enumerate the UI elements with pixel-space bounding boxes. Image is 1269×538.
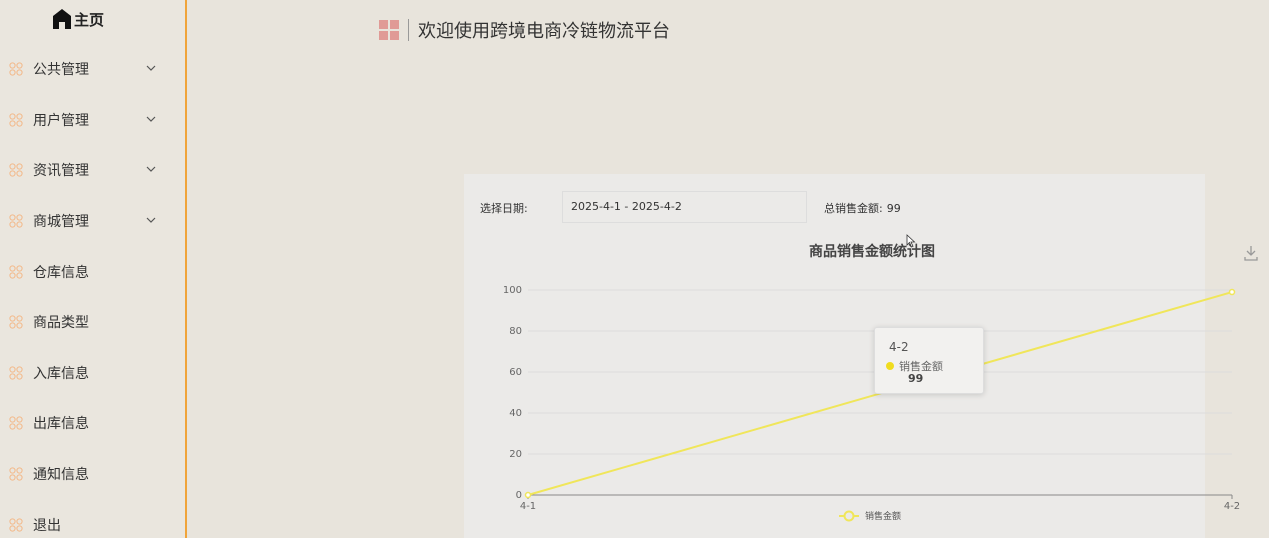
sidebar-item-label: 出库信息 [33, 416, 89, 433]
grid-icon [9, 467, 23, 481]
header-divider [408, 19, 409, 41]
sidebar-item[interactable]: 用户管理 [0, 95, 185, 146]
sidebar-item[interactable]: 退出 [0, 499, 185, 538]
x-tick-label: 4-2 [1224, 501, 1240, 512]
sidebar-item-label: 通知信息 [33, 467, 89, 484]
sales-panel: 选择日期: 2025-4-1 - 2025-4-2 总销售金额: 99 [464, 174, 1205, 538]
sidebar-item-label: 公共管理 [33, 62, 89, 79]
page-title: 欢迎使用跨境电商冷链物流平台 [418, 21, 670, 42]
chevron-down-icon [146, 167, 156, 173]
sidebar-item[interactable]: 资讯管理 [0, 145, 185, 196]
home-label: 主页 [74, 10, 105, 29]
mouse-cursor-icon [906, 234, 916, 248]
home-link[interactable]: 主页 [52, 6, 104, 32]
sidebar-item-label: 入库信息 [33, 365, 89, 382]
sidebar-item[interactable]: 商城管理 [0, 196, 185, 247]
grid-icon [9, 315, 23, 329]
grid-icon [9, 113, 23, 127]
grid-icon [9, 214, 23, 228]
tooltip-series-dot [886, 362, 894, 370]
grid-icon [9, 163, 23, 178]
grid-icon [9, 518, 23, 532]
sidebar-menu: 公共管理用户管理资讯管理商城管理仓库信息商品类型入库信息出库信息通知信息退出 [0, 44, 185, 538]
sidebar-item[interactable]: 通知信息 [0, 449, 185, 500]
page-header: 欢迎使用跨境电商冷链物流平台 [379, 17, 670, 43]
sidebar-item-label: 退出 [33, 517, 61, 534]
data-point [1228, 288, 1236, 296]
chevron-down-icon [146, 217, 156, 223]
total-sales: 总销售金额: 99 [824, 200, 901, 216]
download-icon[interactable] [1244, 245, 1258, 261]
sidebar-item[interactable]: 出库信息 [0, 398, 185, 449]
total-sales-label: 总销售金额: [824, 202, 883, 215]
date-range-input[interactable]: 2025-4-1 - 2025-4-2 [562, 191, 807, 223]
date-label: 选择日期: [480, 202, 528, 215]
sidebar-item[interactable]: 公共管理 [0, 44, 185, 95]
sidebar-item-label: 仓库信息 [33, 264, 89, 281]
total-sales-value: 99 [886, 202, 901, 215]
grid-icon [379, 19, 399, 40]
sidebar-item[interactable]: 仓库信息 [0, 246, 185, 297]
sidebar-item-label: 商品类型 [33, 315, 89, 332]
grid-icon [9, 416, 23, 431]
home-icon [53, 9, 71, 29]
chevron-down-icon [146, 116, 156, 122]
sidebar-item-label: 资讯管理 [33, 163, 89, 180]
sidebar: 主页 公共管理用户管理资讯管理商城管理仓库信息商品类型入库信息出库信息通知信息退… [0, 0, 187, 538]
chevron-down-icon [146, 65, 156, 72]
chart-tooltip: 4-2 销售金额 99 [874, 327, 984, 394]
sidebar-item[interactable]: 商品类型 [0, 297, 185, 348]
sidebar-item-label: 商城管理 [33, 214, 89, 231]
grid-icon [9, 62, 23, 76]
tooltip-category: 4-2 [889, 340, 909, 354]
grid-icon [9, 265, 23, 279]
sidebar-item-label: 用户管理 [33, 112, 89, 129]
tooltip-value: 99 [908, 372, 924, 385]
sidebar-item[interactable]: 入库信息 [0, 348, 185, 399]
grid-icon [9, 366, 23, 380]
